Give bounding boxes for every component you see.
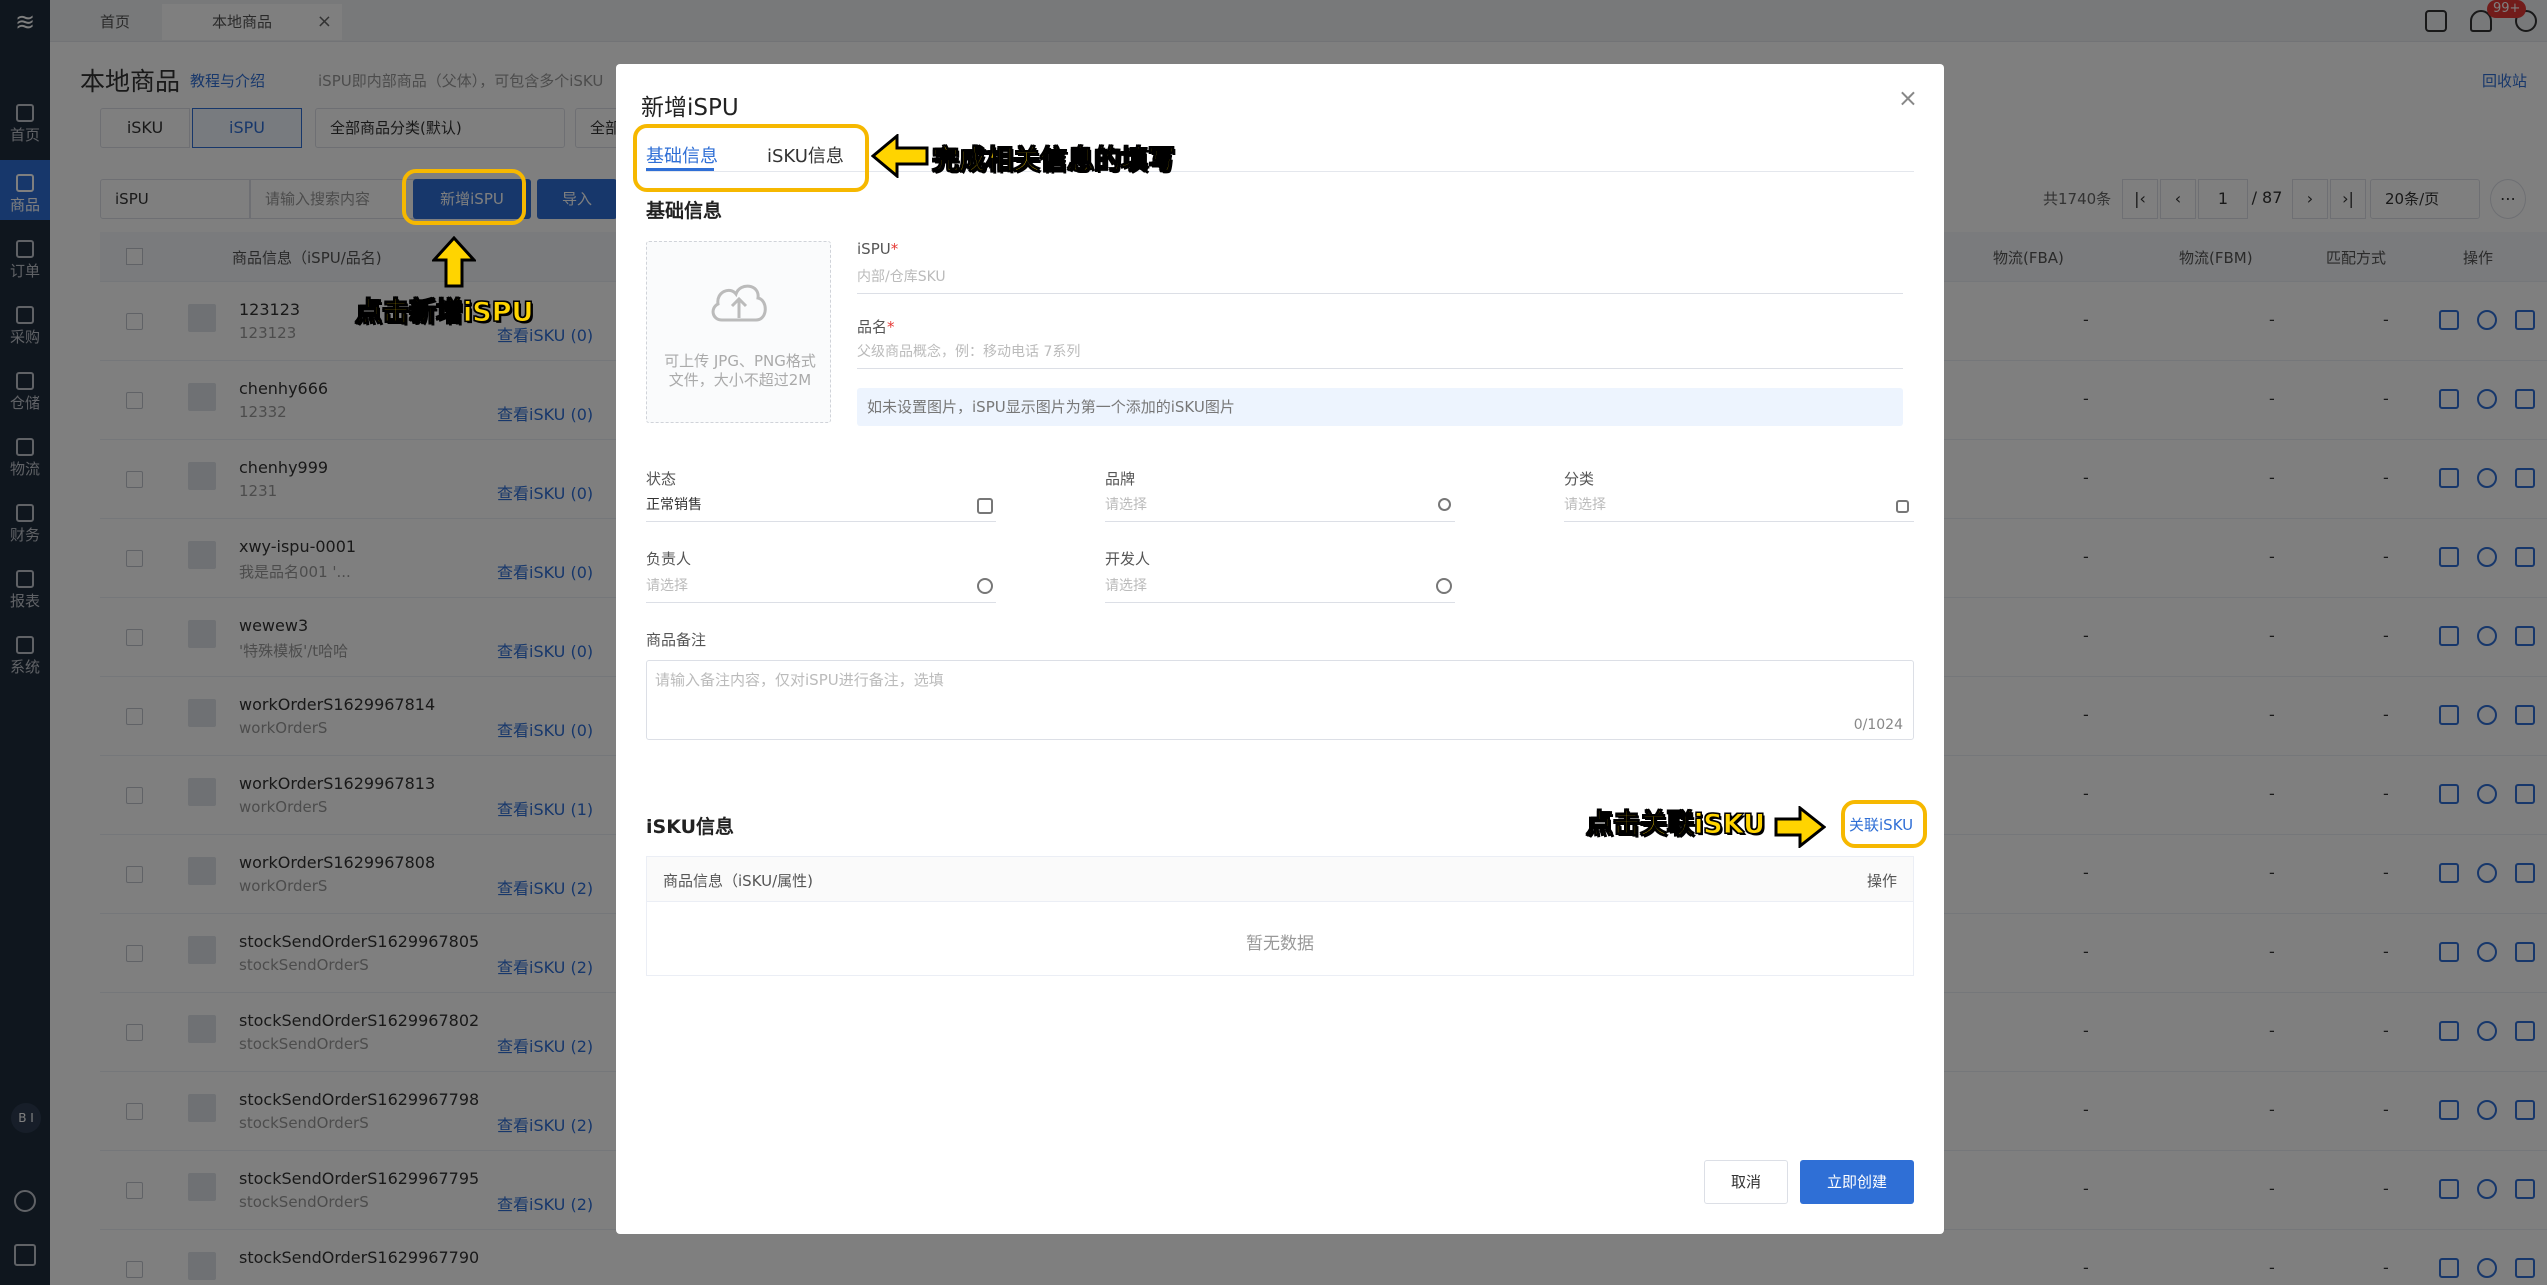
category-label: 分类 [1564,470,1595,488]
required-mark: * [890,240,899,258]
image-upload[interactable]: 可上传 JPG、PNG格式文件，大小不超过2M [646,241,831,423]
brand-select[interactable]: 请选择 [1105,494,1455,522]
brand-label: 品牌 [1105,470,1136,488]
create-button[interactable]: 立即创建 [1800,1160,1914,1204]
col-isku-op: 操作 [1866,872,1897,890]
empty-state: 暂无数据 [1246,934,1314,954]
developer-select[interactable]: 请选择 [1105,575,1455,603]
arrow-up-icon [432,236,476,288]
ispu-label-text: iSPU [857,240,891,258]
status-label: 状态 [646,470,677,488]
highlight-tabs [633,124,869,192]
upload-cloud-icon [711,284,767,322]
owner-label: 负责人 [646,550,692,568]
required-mark: * [887,318,895,336]
isku-table-header: 商品信息（iSKU/属性) 操作 [647,857,1913,902]
remark-label: 商品备注 [646,631,707,649]
section-isku-title: iSKU信息 [646,816,735,838]
highlight-new-ispu [402,169,526,225]
users-icon [977,578,993,594]
name-input[interactable]: 父级商品概念，例：移动电话 7系列 [857,341,1903,369]
annotation-click-link: 点击关联iSKU [1585,809,1766,841]
name-label: 品名* [857,316,895,337]
developer-label: 开发人 [1105,550,1151,568]
clear-icon[interactable] [1438,498,1451,511]
isku-table: 商品信息（iSKU/属性) 操作 暂无数据 [646,856,1914,976]
arrow-left-icon [871,134,929,178]
app-window: ≋ 首页 商品 订单 采购 仓储 物流 财务 报表 系统 B I 首页 本地商品… [0,0,2547,1285]
close-icon[interactable]: × [1898,84,1918,112]
image-hint: 如未设置图片，iSPU显示图片为第一个添加的iSKU图片 [857,388,1903,426]
dialog-title: 新增iSPU [641,95,739,121]
ispu-label: iSPU* [857,240,898,258]
name-label-text: 品名 [857,318,888,336]
users-icon [1436,578,1452,594]
annotation-fill-info: 完成相关信息的填写 [932,145,1176,177]
upload-hint: 可上传 JPG、PNG格式文件，大小不超过2M [664,352,816,389]
status-icon [977,498,993,514]
ispu-input[interactable]: 内部/仓库SKU [857,266,1903,294]
remark-placeholder: 请输入备注内容，仅对iSPU进行备注，选填 [655,671,944,689]
arrow-right-icon [1774,806,1826,848]
link-isku-button[interactable]: 关联iSKU [1849,814,1913,835]
section-basic-title: 基础信息 [646,200,723,222]
col-isku-info: 商品信息（iSKU/属性) [663,872,814,890]
annotation-click-new: 点击新增iSPU [354,297,534,329]
remark-textarea[interactable]: 请输入备注内容，仅对iSPU进行备注，选填 0/1024 [646,660,1914,740]
remark-counter: 0/1024 [1853,717,1903,733]
owner-select[interactable]: 请选择 [646,575,996,603]
category-select[interactable]: 请选择 [1564,494,1914,522]
status-select[interactable]: 正常销售 [646,494,996,522]
new-ispu-dialog: 新增iSPU × 基础信息 iSKU信息 完成相关信息的填写 基础信息 可上传 … [616,64,1944,1234]
grid-icon [1896,500,1909,513]
cancel-button[interactable]: 取消 [1704,1160,1788,1204]
